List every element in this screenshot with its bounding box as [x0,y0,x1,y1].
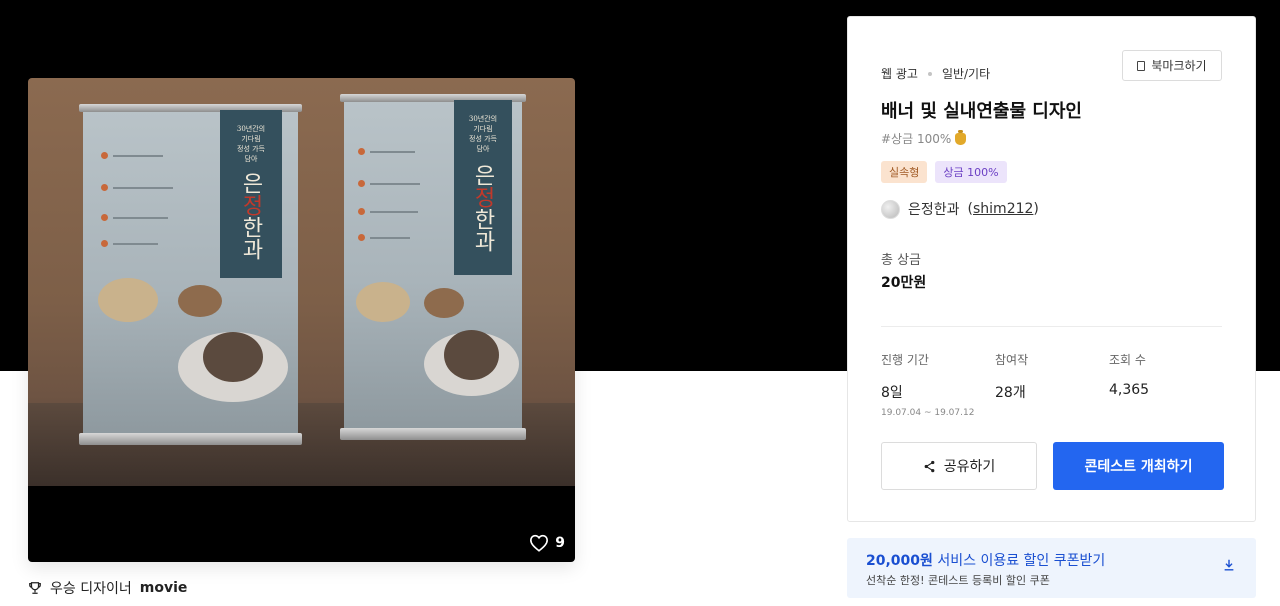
banner-small-text: 30년간의 [236,125,266,133]
host-contest-button[interactable]: 콘테스트 개최하기 [1053,442,1224,490]
host-avatar [881,199,900,219]
host-info[interactable]: 은정한과 (shim212) [881,199,1039,219]
banner-mockup-right: 30년간의 기다림 정성 가득 담아 은정한과 [340,94,526,440]
divider [881,326,1222,327]
trophy-icon [29,582,41,594]
category-main[interactable]: 웹 광고 [881,65,918,82]
winner-name[interactable]: movie [140,580,188,596]
heart-icon[interactable] [529,534,549,552]
period-range: 19.07.04 ~ 19.07.12 [881,408,975,418]
winner-label: 우승 디자이너 [50,581,132,597]
contest-info-panel: 웹 광고 일반/기타 북마크하기 배너 및 실내연출물 디자인 #상금 100%… [847,16,1256,522]
contest-title: 배너 및 실내연출물 디자인 [881,101,1082,122]
breadcrumb: 웹 광고 일반/기타 [881,65,990,82]
stat-views: 조회 수 4,365 [1109,353,1150,398]
download-icon[interactable] [1222,558,1236,572]
share-icon [924,460,935,472]
category-sub[interactable]: 일반/기타 [942,65,990,82]
stat-entries: 참여작 28개 [995,353,1029,401]
tag-list: 실속형 상금 100% [881,161,1007,183]
bookmark-icon [1137,60,1146,71]
coupon-subtitle: 선착순 한정! 콘테스트 등록비 할인 쿠폰 [866,574,1050,587]
bookmark-button[interactable]: 북마크하기 [1122,50,1222,81]
stat-period: 진행 기간 8일 19.07.04 ~ 19.07.12 [881,353,975,418]
prize-label: 총 상금 [881,253,922,268]
like-count: 9 [555,535,565,551]
tag-badge: 실속형 [881,161,928,183]
tag-badge: 상금 100% [935,161,1007,183]
host-name: 은정한과 [908,202,960,218]
winner-designer: 우승 디자이너 movie [28,578,187,598]
hashtag: #상금 100% [881,129,967,147]
coupon-banner[interactable]: 20,000원 서비스 이용료 할인 쿠폰받기 선착순 한정! 콘테스트 등록비… [847,538,1256,598]
banner-title: 은정한과 [238,172,263,260]
coupon-title: 20,000원 서비스 이용료 할인 쿠폰받기 [866,553,1106,569]
banner-mockup-left: 30년간의 기다림 정성 가득 담아 은정한과 [79,104,302,445]
like-counter[interactable]: 9 [529,534,565,552]
host-id-link[interactable]: shim212 [973,201,1033,217]
winning-entry-card[interactable]: 30년간의 기다림 정성 가득 담아 은정한과 30년간의 기다림 정성 가득 … [28,78,575,562]
prize-value: 20만원 [881,275,927,291]
money-bag-icon [955,129,967,145]
entry-image: 30년간의 기다림 정성 가득 담아 은정한과 30년간의 기다림 정성 가득 … [28,78,575,486]
share-button[interactable]: 공유하기 [881,442,1037,490]
